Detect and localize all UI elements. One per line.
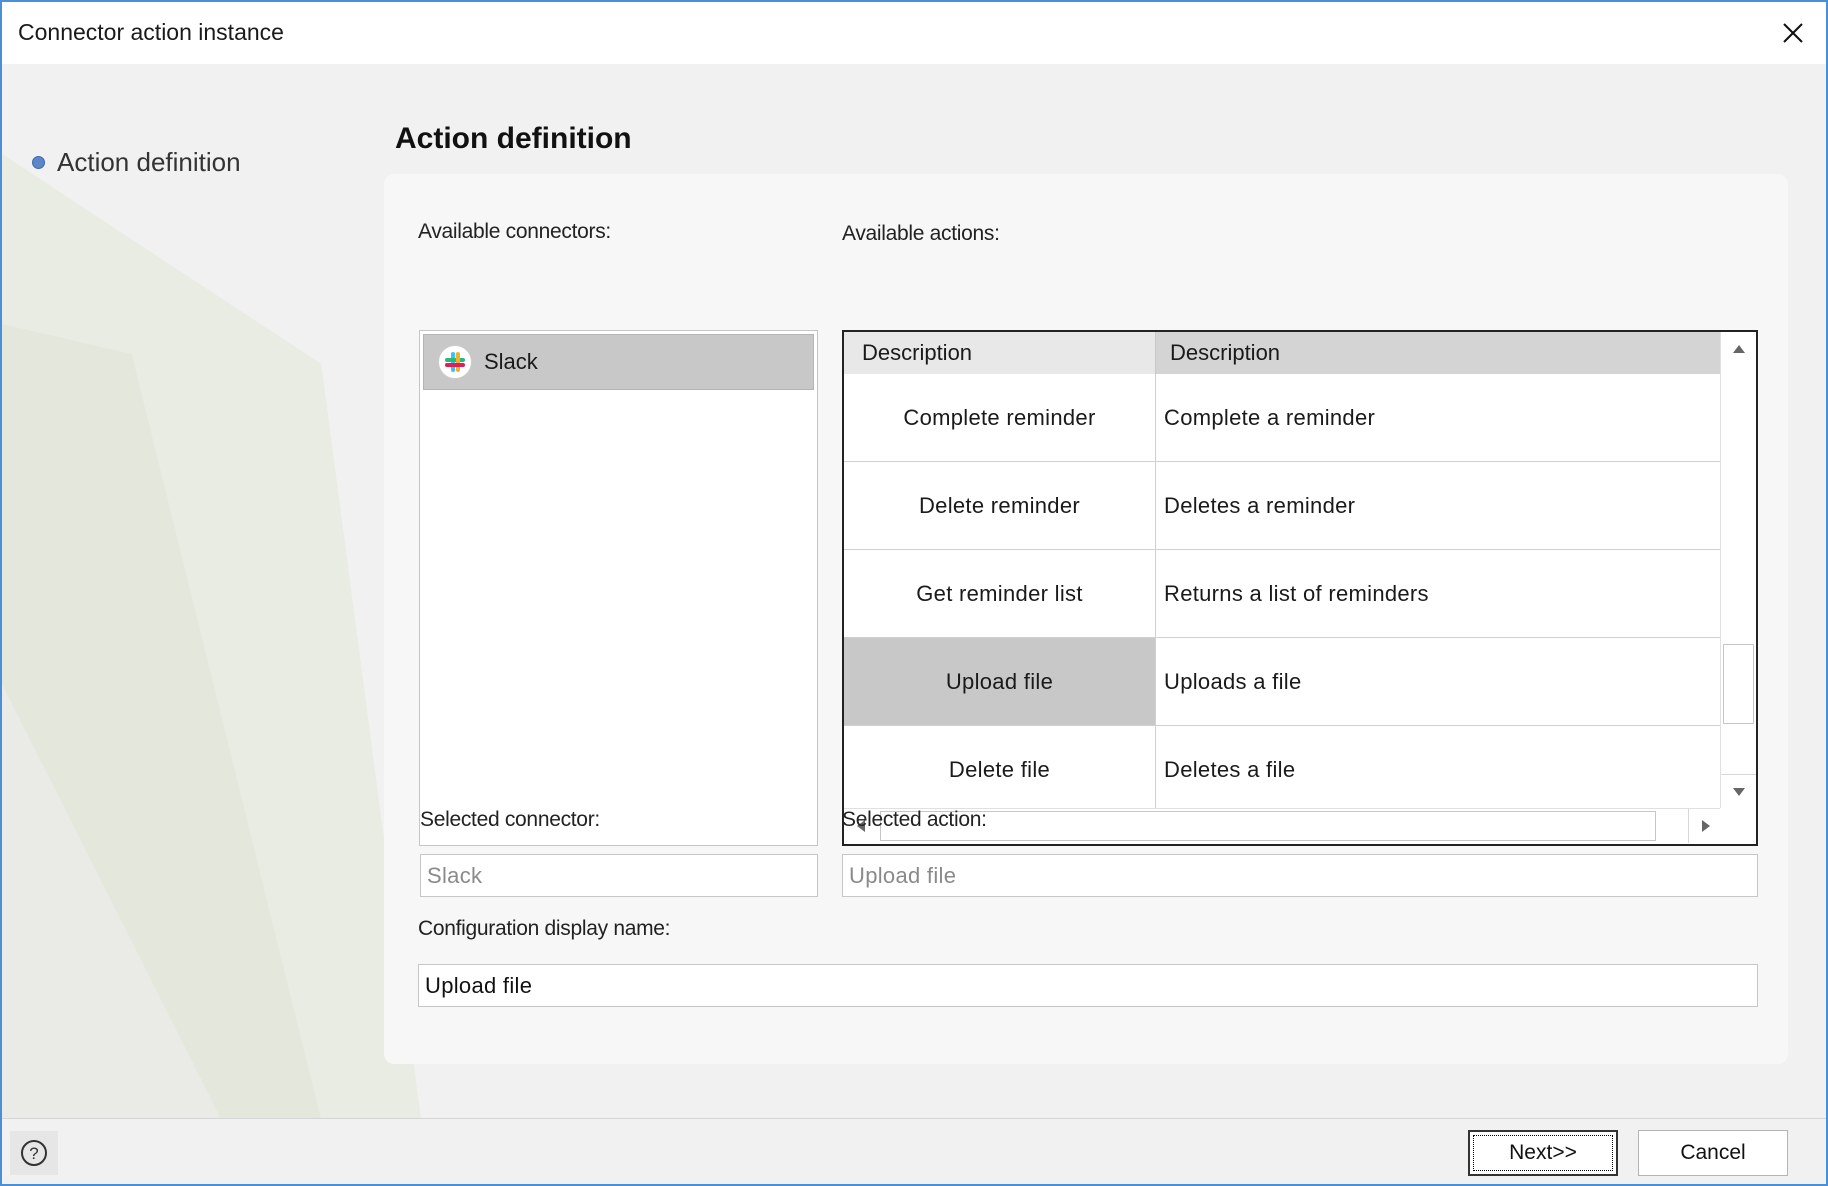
horizontal-scroll-thumb[interactable] — [880, 811, 1656, 841]
scroll-right-button[interactable] — [1688, 809, 1722, 843]
selected-action-field[interactable]: Upload file — [842, 854, 1758, 897]
connector-item-slack[interactable]: Slack — [423, 334, 814, 390]
table-row[interactable]: Delete reminder Deletes a reminder — [844, 462, 1722, 550]
action-description-cell: Deletes a reminder — [1164, 492, 1356, 518]
svg-text:?: ? — [29, 1144, 38, 1163]
triangle-down-icon — [1732, 787, 1745, 796]
scroll-corner — [1720, 808, 1756, 844]
column-header-name[interactable]: Description — [844, 332, 1156, 374]
table-row-selected[interactable]: Upload file Uploads a file — [844, 638, 1722, 726]
close-button[interactable] — [1772, 12, 1814, 54]
next-button[interactable]: Next>> — [1468, 1130, 1618, 1176]
help-icon: ? — [21, 1140, 47, 1166]
dialog-content: Action definition Action definition Avai… — [2, 64, 1826, 1120]
vertical-scrollbar[interactable] — [1720, 332, 1756, 808]
available-connectors-label: Available connectors: — [418, 220, 611, 243]
action-description-cell: Returns a list of reminders — [1164, 580, 1429, 606]
selected-connector-field[interactable]: Slack — [420, 854, 818, 897]
dialog-window: Connector action instance Action definit… — [0, 0, 1828, 1186]
vertical-scroll-thumb[interactable] — [1723, 644, 1754, 724]
table-row[interactable]: Delete file Deletes a file — [844, 726, 1722, 814]
section-title: Action definition — [395, 122, 632, 155]
triangle-up-icon — [1732, 345, 1745, 353]
display-name-input[interactable]: Upload file — [418, 964, 1758, 1007]
grid-header: Description Description — [844, 332, 1756, 374]
table-row[interactable]: Get reminder list Returns a list of remi… — [844, 550, 1722, 638]
connector-label: Slack — [484, 349, 538, 374]
scroll-up-button[interactable] — [1721, 332, 1756, 366]
action-name-cell: Delete file — [844, 726, 1156, 813]
action-name-cell: Delete reminder — [844, 462, 1156, 549]
action-description-cell: Uploads a file — [1164, 668, 1302, 694]
help-button[interactable]: ? — [10, 1131, 58, 1175]
action-name-cell: Get reminder list — [844, 550, 1156, 637]
step-bullet-icon — [32, 156, 45, 169]
display-name-label: Configuration display name: — [418, 917, 671, 940]
step-label: Action definition — [57, 147, 241, 177]
step-action-definition[interactable]: Action definition — [32, 147, 241, 178]
available-actions-label: Available actions: — [842, 222, 1000, 245]
slack-icon — [438, 345, 472, 379]
table-row[interactable]: Complete reminder Complete a reminder — [844, 374, 1722, 462]
action-description-cell: Complete a reminder — [1164, 404, 1376, 430]
title-bar: Connector action instance — [2, 2, 1826, 64]
wizard-steps: Action definition — [32, 147, 241, 178]
action-name-cell: Upload file — [844, 638, 1156, 725]
triangle-right-icon — [1701, 820, 1710, 832]
connectors-list[interactable]: Slack — [419, 330, 818, 846]
selected-connector-label: Selected connector: — [420, 808, 600, 831]
action-name-cell: Complete reminder — [844, 374, 1156, 461]
cancel-button[interactable]: Cancel — [1638, 1130, 1788, 1176]
actions-grid[interactable]: Description Description Complete reminde… — [842, 330, 1758, 846]
close-icon — [1783, 23, 1803, 43]
column-header-description[interactable]: Description — [1156, 332, 1722, 374]
selected-action-label: Selected action: — [842, 808, 987, 831]
window-title: Connector action instance — [18, 19, 284, 45]
action-description-cell: Deletes a file — [1164, 756, 1296, 782]
scroll-down-button[interactable] — [1721, 774, 1756, 808]
dialog-footer: ? Next>> Cancel — [2, 1119, 1826, 1184]
